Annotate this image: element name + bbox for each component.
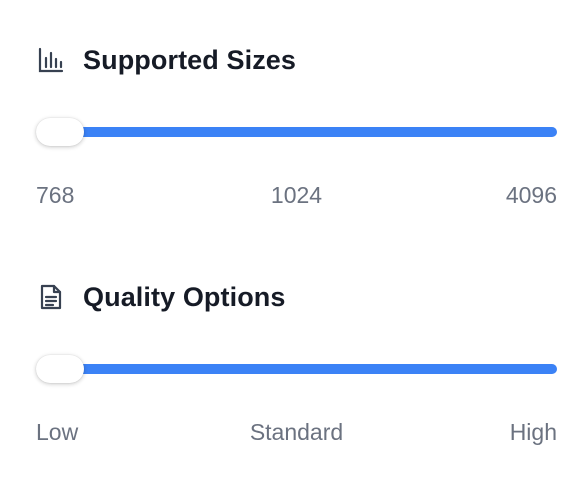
slider-thumb[interactable] bbox=[36, 118, 84, 146]
quality-label-standard: Standard bbox=[249, 419, 344, 445]
slider-fill bbox=[60, 127, 557, 137]
quality-label-low: Low bbox=[36, 419, 79, 445]
supported-sizes-slider[interactable] bbox=[36, 118, 557, 146]
supported-sizes-labels: 768 1024 4096 bbox=[36, 182, 557, 210]
supported-sizes-header: Supported Sizes bbox=[36, 44, 296, 76]
document-icon bbox=[36, 282, 66, 312]
size-label-min: 768 bbox=[36, 182, 75, 208]
quality-options-labels: Low Standard High bbox=[36, 419, 557, 447]
size-label-max: 4096 bbox=[505, 182, 557, 208]
quality-options-title: Quality Options bbox=[83, 281, 286, 312]
size-label-mid: 1024 bbox=[270, 182, 323, 208]
bar-chart-icon bbox=[36, 45, 66, 75]
quality-label-high: High bbox=[509, 419, 557, 445]
slider-thumb[interactable] bbox=[36, 355, 84, 383]
quality-options-header: Quality Options bbox=[36, 281, 286, 313]
quality-options-slider[interactable] bbox=[36, 355, 557, 383]
supported-sizes-title: Supported Sizes bbox=[83, 44, 297, 75]
slider-fill bbox=[60, 364, 557, 374]
